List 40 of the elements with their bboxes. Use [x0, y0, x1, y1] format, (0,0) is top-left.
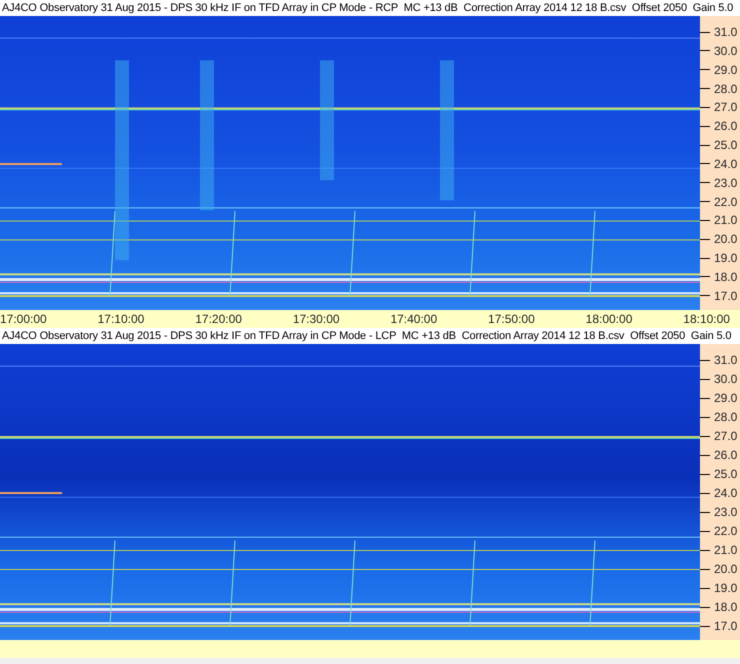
frequency-label: 29.0: [714, 62, 738, 77]
chart-title: AJ4CO Observatory 31 Aug 2015 - DPS 30 kHz IF on TFD Array in CP Mode - RCP MC +13 dB Correction Array 2014 12 18 B.csv Offset 2050 Gain 5.0: [0, 0, 740, 16]
frequency-label: 19.0: [714, 581, 738, 595]
frequency-label: 28.0: [714, 410, 738, 424]
frequency-label: 31.0: [714, 25, 738, 39]
frequency-label: 18.0: [714, 270, 738, 284]
frequency-label: 21.0: [714, 213, 738, 228]
frequency-label: 31.0: [714, 353, 738, 367]
time-label: 17:30:00: [292, 311, 340, 328]
frequency-label: 22.0: [714, 194, 738, 209]
time-label: 17:40:00: [390, 311, 438, 328]
frequency-label: 20.0: [714, 232, 738, 246]
time-label: 17:10:00: [98, 311, 144, 328]
frequency-label: 21.0: [714, 543, 738, 557]
frequency-label: 19.0: [714, 251, 738, 266]
frequency-label: 17.0: [714, 288, 738, 303]
time-label: 17:20:00: [195, 311, 242, 328]
frequency-label: 30.0: [714, 372, 738, 386]
chart-title: AJ4CO Observatory 31 Aug 2015 - DPS 30 kHz IF on TFD Array in CP Mode - LCP MC +13 dB Correction Array 2014 12 18 B.csv Offset 2050 Gain 5.0: [0, 328, 740, 344]
time-label: 17:00:00: [0, 311, 47, 328]
frequency-label: 29.0: [714, 391, 738, 405]
frequency-label: 24.0: [714, 486, 738, 500]
frequency-label: 17.0: [714, 619, 738, 633]
frequency-label: 22.0: [714, 524, 738, 538]
frequency-label: 23.0: [714, 505, 738, 519]
frequency-label: 27.0: [714, 429, 738, 443]
time-label: 18:00:00: [586, 311, 632, 328]
frequency-label: 20.0: [714, 562, 738, 576]
frequency-label: 18.0: [714, 600, 738, 614]
frequency-label: 26.0: [714, 448, 738, 462]
frequency-label: 28.0: [714, 82, 738, 96]
frequency-label: 25.0: [714, 467, 738, 481]
frequency-label: 25.0: [714, 138, 738, 152]
frequency-label: 24.0: [714, 156, 738, 171]
time-label: 18:10:00: [683, 311, 730, 328]
frequency-label: 26.0: [714, 119, 738, 134]
frequency-label: 30.0: [714, 44, 738, 58]
frequency-label: 27.0: [714, 100, 738, 114]
time-label: 17:50:00: [488, 311, 535, 328]
frequency-label: 23.0: [714, 176, 738, 190]
